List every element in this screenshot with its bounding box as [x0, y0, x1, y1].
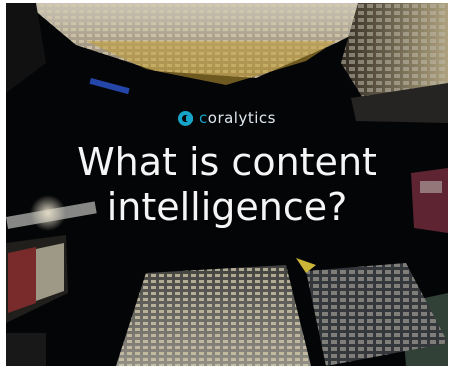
- brand-logo: coralytics: [6, 109, 448, 127]
- coralytics-logo-icon: [178, 110, 194, 126]
- ad-banner: coralytics What is content intelligence?: [0, 0, 449, 369]
- brand-prefix: c: [199, 109, 208, 127]
- brand-suffix: oralytics: [207, 109, 276, 127]
- headline-line-1: What is content: [77, 140, 377, 184]
- brand-name: coralytics: [199, 109, 276, 127]
- city-buildings-photo: coralytics What is content intelligence?: [6, 3, 448, 366]
- headline: What is content intelligence?: [6, 140, 448, 230]
- headline-line-2: intelligence?: [106, 185, 348, 229]
